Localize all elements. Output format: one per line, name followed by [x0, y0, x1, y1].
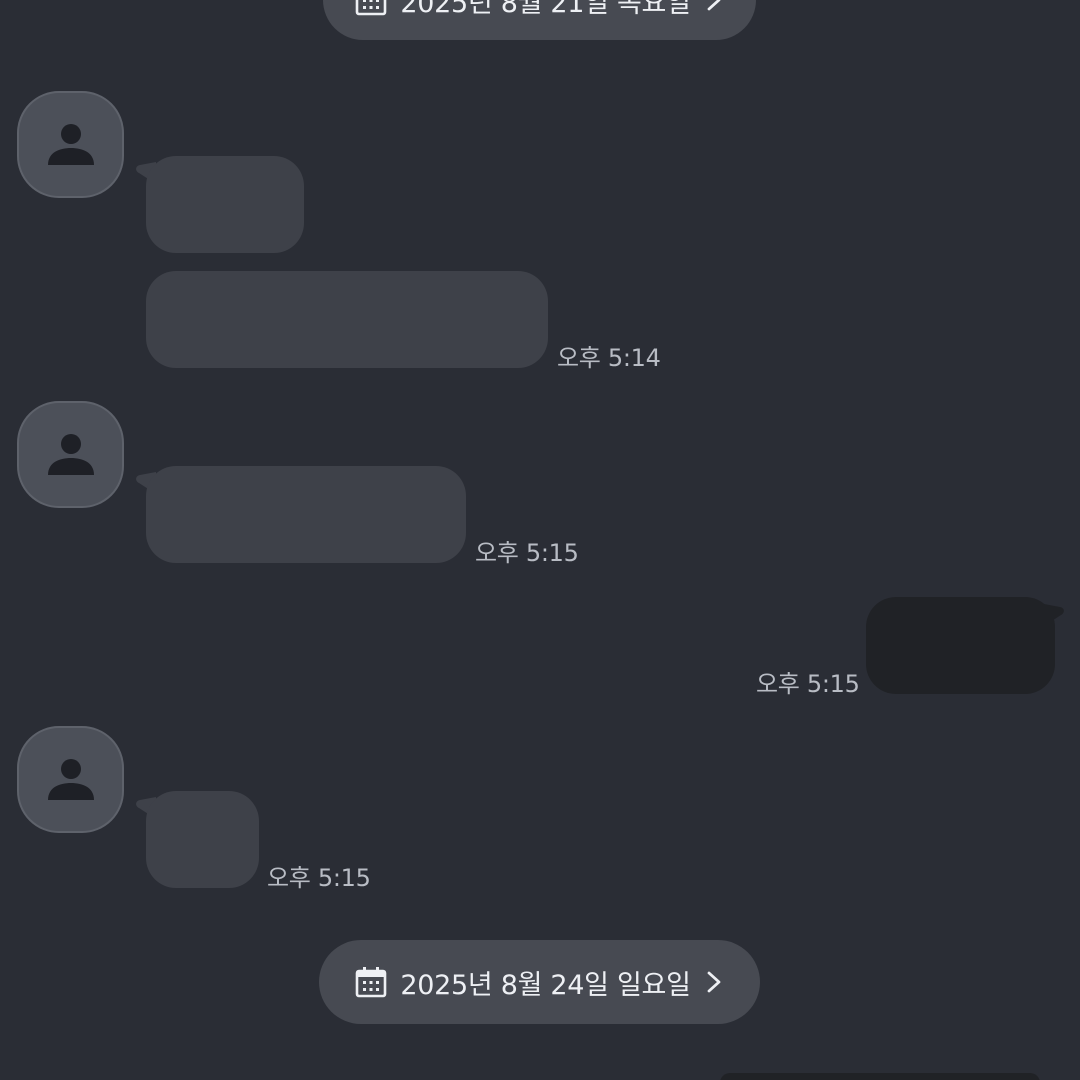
avatar[interactable] [17, 401, 124, 508]
date-divider-label: 2025년 8월 24일 일요일 [400, 969, 691, 1001]
calendar-icon [354, 0, 388, 17]
bubble-tail [1044, 604, 1064, 626]
sent-message-bubble[interactable] [720, 1073, 1040, 1080]
person-icon [47, 123, 94, 165]
message-bubble[interactable] [146, 156, 304, 253]
message-timestamp: 오후 5:15 [267, 864, 371, 892]
date-divider[interactable]: 2025년 8월 24일 일요일 [319, 940, 760, 1024]
message-timestamp: 오후 5:15 [756, 670, 860, 698]
date-divider[interactable]: 2025년 8월 21일 목요일 [323, 0, 756, 40]
chevron-right-icon [703, 969, 725, 995]
message-bubble[interactable] [146, 271, 548, 368]
calendar-icon [354, 965, 388, 999]
message-timestamp: 오후 5:14 [557, 344, 661, 372]
chat-view[interactable]: 2025년 8월 21일 목요일 오후 5:14 오후 5:15 오후 5:15 [0, 0, 1080, 1080]
sent-message-bubble[interactable] [866, 597, 1055, 694]
message-bubble[interactable] [146, 466, 466, 563]
avatar[interactable] [17, 91, 124, 198]
avatar[interactable] [17, 726, 124, 833]
date-divider-label: 2025년 8월 21일 목요일 [400, 0, 691, 19]
person-icon [47, 433, 94, 475]
person-icon [47, 758, 94, 800]
message-bubble[interactable] [146, 791, 259, 888]
chevron-right-icon [703, 0, 725, 13]
message-timestamp: 오후 5:15 [475, 539, 579, 567]
